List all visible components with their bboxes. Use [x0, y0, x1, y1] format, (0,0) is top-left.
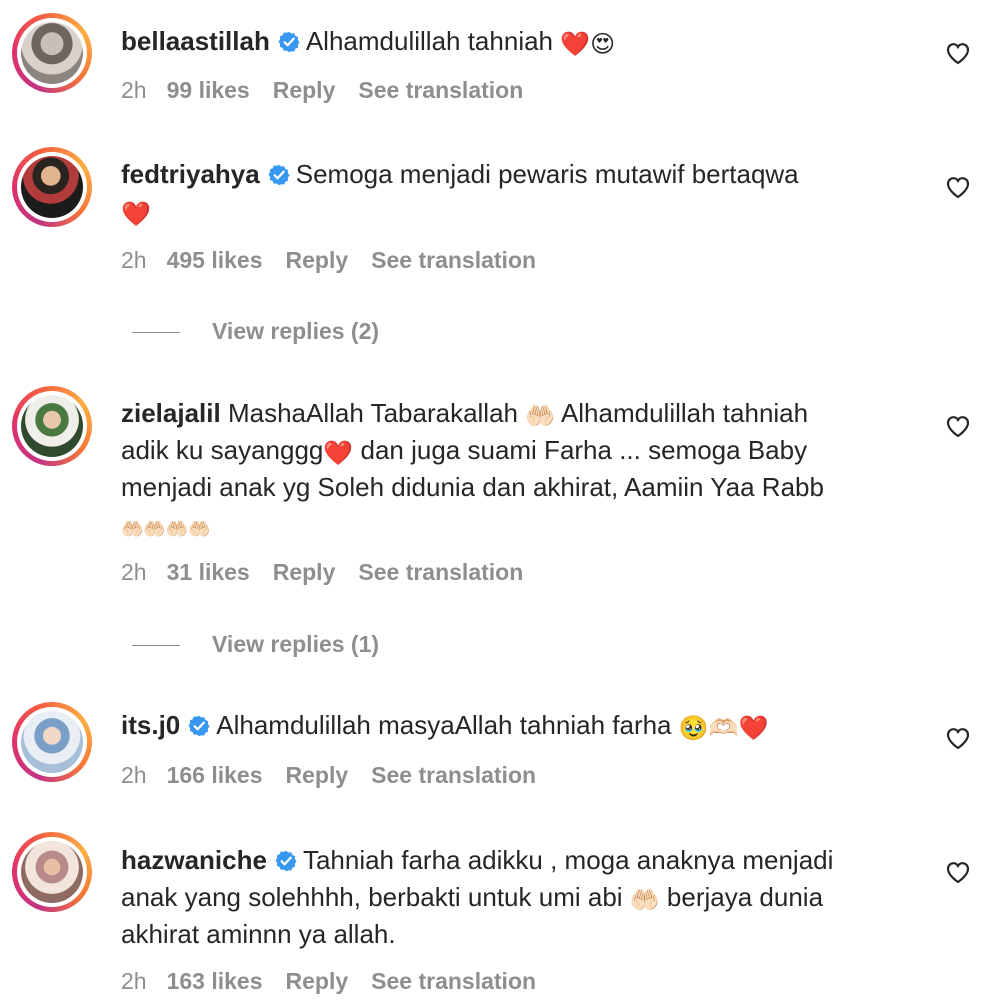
see-translation-button[interactable]: See translation — [371, 968, 536, 994]
heart-outline-icon[interactable] — [945, 41, 971, 65]
likes-count[interactable]: 99 likes — [167, 77, 250, 103]
likes-count[interactable]: 495 likes — [167, 247, 263, 273]
timestamp[interactable]: 2h — [121, 968, 147, 994]
verified-badge-icon — [275, 850, 297, 872]
timestamp[interactable]: 2h — [121, 77, 147, 103]
emoji: 🥹🫶🏻❤️ — [678, 714, 769, 742]
likes-count[interactable]: 166 likes — [167, 762, 263, 788]
comment-body: Semoga menjadi pewaris mutawif bertaqwa — [295, 159, 799, 189]
verified-badge-icon — [278, 31, 300, 53]
avatar[interactable] — [12, 702, 92, 782]
username[interactable]: its.j0 — [121, 710, 180, 740]
reply-button[interactable]: Reply — [286, 247, 349, 273]
view-replies-button[interactable]: View replies (2) — [132, 316, 379, 346]
emoji: 🤲🏻🤲🏻🤲🏻🤲🏻 — [121, 519, 211, 540]
comment-body: Alhamdulillah tahniah — [560, 398, 809, 428]
emoji: 🤲🏻 — [629, 886, 660, 914]
comment-body: MashaAllah Tabarakallah — [227, 398, 519, 428]
likes-count[interactable]: 31 likes — [167, 559, 250, 585]
username[interactable]: zielajalil — [121, 398, 221, 428]
emoji: ❤️😍 — [560, 30, 616, 58]
view-replies-label: View replies (1) — [212, 631, 380, 657]
comment-text: hazwaniche Tahniah farha adikku , moga an… — [121, 842, 921, 953]
timestamp[interactable]: 2h — [121, 559, 147, 585]
emoji: ❤️ — [323, 439, 354, 467]
comment-body: dan juga suami Farha ... semoga Baby — [360, 435, 808, 465]
reply-button[interactable]: Reply — [286, 968, 349, 994]
view-replies-label: View replies (2) — [212, 318, 380, 344]
avatar[interactable] — [12, 13, 92, 93]
comment-body: Alhamdulillah masyaAllah tahniah farha — [216, 710, 672, 740]
divider — [132, 645, 180, 647]
comment-body: menjadi anak yg Soleh didunia dan akhira… — [121, 472, 824, 502]
comment-meta: 2h 31 likes Reply See translation — [121, 557, 546, 587]
comment-meta: 2h 163 likes Reply See translation — [121, 966, 559, 996]
heart-outline-icon[interactable] — [945, 726, 971, 750]
emoji: 🤲🏻 — [525, 402, 556, 430]
see-translation-button[interactable]: See translation — [358, 559, 523, 585]
comment-meta: 2h 99 likes Reply See translation — [121, 75, 546, 105]
emoji: ❤️ — [121, 200, 151, 228]
comment-text: its.j0 Alhamdulillah masyaAllah tahniah f… — [121, 707, 921, 744]
see-translation-button[interactable]: See translation — [371, 247, 536, 273]
comment-body: adik ku sayanggg — [121, 435, 324, 465]
avatar[interactable] — [12, 386, 92, 466]
comment-text: zielajalil MashaAllah Tabarakallah 🤲🏻 Al… — [121, 395, 921, 543]
heart-outline-icon[interactable] — [945, 175, 971, 199]
username[interactable]: fedtriyahya — [121, 159, 260, 189]
reply-button[interactable]: Reply — [286, 762, 349, 788]
verified-badge-icon — [268, 164, 290, 186]
heart-outline-icon[interactable] — [945, 414, 971, 438]
likes-count[interactable]: 163 likes — [167, 968, 263, 994]
avatar[interactable] — [12, 147, 92, 227]
comment-text: bellaastillah Alhamdulillah tahniah ❤️😍 — [121, 23, 921, 60]
comment-text: fedtriyahya Semoga menjadi pewaris mutawi… — [121, 156, 921, 230]
comment-meta: 2h 166 likes Reply See translation — [121, 760, 559, 790]
comment-body: akhirat aminnn ya allah. — [121, 919, 396, 949]
comment-meta: 2h 495 likes Reply See translation — [121, 245, 559, 275]
username[interactable]: hazwaniche — [121, 845, 267, 875]
verified-badge-icon — [188, 715, 210, 737]
divider — [132, 332, 180, 334]
timestamp[interactable]: 2h — [121, 762, 147, 788]
see-translation-button[interactable]: See translation — [371, 762, 536, 788]
username[interactable]: bellaastillah — [121, 26, 270, 56]
view-replies-button[interactable]: View replies (1) — [132, 629, 379, 659]
comment-body: anak yang solehhhh, berbakti untuk umi a… — [121, 882, 623, 912]
heart-outline-icon[interactable] — [945, 860, 971, 884]
avatar[interactable] — [12, 832, 92, 912]
timestamp[interactable]: 2h — [121, 247, 147, 273]
comment-body: Tahniah farha adikku , moga anaknya menj… — [302, 845, 834, 875]
reply-button[interactable]: Reply — [273, 77, 336, 103]
reply-button[interactable]: Reply — [273, 559, 336, 585]
comment-body: berjaya dunia — [666, 882, 824, 912]
comment-body: Alhamdulillah tahniah — [305, 26, 554, 56]
see-translation-button[interactable]: See translation — [358, 77, 523, 103]
